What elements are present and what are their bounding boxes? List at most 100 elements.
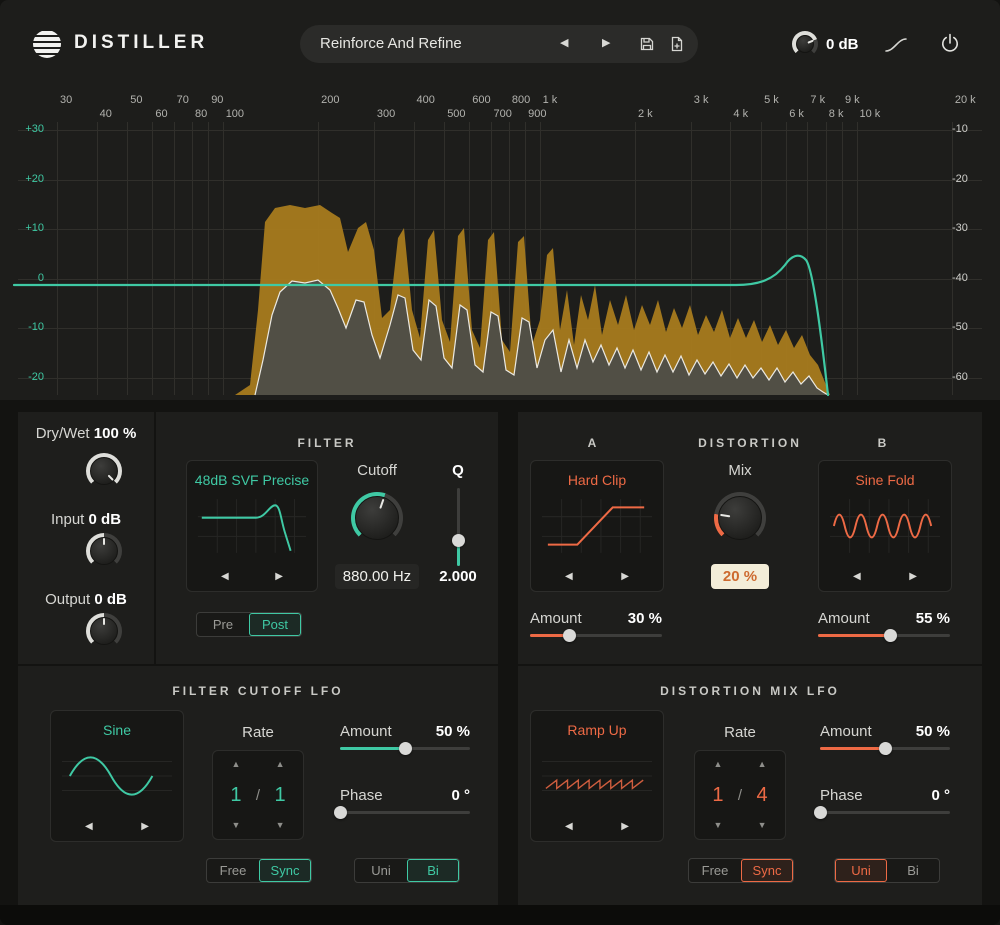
freq-tick-label: 600 — [472, 94, 490, 106]
drywet-knob[interactable] — [86, 453, 122, 489]
filter-lfo-shape-prev-button[interactable]: ◀ — [85, 822, 93, 832]
db-tick-label-left: 0 — [12, 272, 44, 284]
distortion-a-type-selector: Hard Clip ◀ ▶ — [530, 460, 664, 592]
output-label: Output 0 dB — [18, 591, 154, 608]
rate-denominator-up-button[interactable]: ▲ — [276, 760, 285, 769]
filter-lfo-phase-label: Phase — [340, 787, 383, 804]
freq-tick-label: 5 k — [764, 94, 779, 106]
cutoff-label: Cutoff — [327, 462, 427, 479]
drywet-value: 100 % — [94, 425, 137, 442]
rate-denominator-down-button[interactable]: ▼ — [758, 821, 767, 830]
grid-vline — [444, 122, 445, 395]
free-option[interactable]: Free — [689, 859, 741, 882]
save-preset-icon[interactable] — [638, 35, 656, 58]
distortion-b-amount-row: Amount 55 % — [818, 610, 950, 627]
grid-vline — [192, 122, 193, 395]
grid-vline — [857, 122, 858, 395]
grid-vline — [152, 122, 153, 395]
mix-lfo-amount-slider[interactable] — [820, 741, 950, 755]
grid-vline — [97, 122, 98, 395]
rate-numerator-down-button[interactable]: ▼ — [713, 821, 722, 830]
post-option[interactable]: Post — [249, 613, 301, 636]
uni-option[interactable]: Uni — [355, 859, 407, 882]
save-preset-as-icon[interactable] — [668, 35, 686, 58]
mix-lfo-shape-next-button[interactable]: ▶ — [621, 822, 629, 832]
preset-next-button[interactable]: ▶ — [602, 38, 610, 49]
mix-label: Mix — [700, 462, 780, 479]
output-gain-knob[interactable] — [792, 31, 818, 57]
rate-numerator-up-button[interactable]: ▲ — [713, 760, 722, 769]
filter-header: FILTER — [156, 436, 498, 450]
rate-denominator-up-button[interactable]: ▲ — [758, 760, 767, 769]
uni-option[interactable]: Uni — [835, 859, 887, 882]
rate-numerator: 1 — [712, 784, 723, 807]
mix-knob[interactable] — [714, 492, 766, 544]
freq-tick-label: 2 k — [638, 108, 653, 120]
sync-option[interactable]: Sync — [741, 859, 793, 882]
distortion-a-amount-slider[interactable] — [530, 628, 662, 642]
grid-vline — [374, 122, 375, 395]
analyzer-grid: 3040506070809010020030040050060070080090… — [0, 88, 1000, 400]
q-value[interactable]: 2.000 — [428, 568, 488, 585]
filter-lfo-amount-slider[interactable] — [340, 741, 470, 755]
filter-lfo-phase-slider[interactable] — [340, 805, 470, 819]
top-bar: DISTILLER Reinforce And Refine ◀ ▶ 0 dB — [0, 0, 1000, 88]
filter-lfo-shape-next-button[interactable]: ▶ — [141, 822, 149, 832]
cutoff-value[interactable]: 880.00 Hz — [335, 564, 419, 589]
sync-option[interactable]: Sync — [259, 859, 311, 882]
filter-lfo-free-sync-toggle: Free Sync — [206, 858, 312, 883]
bi-option[interactable]: Bi — [887, 859, 939, 882]
distortion-a-next-button[interactable]: ▶ — [621, 572, 629, 582]
grid-vline — [127, 122, 128, 395]
pre-option[interactable]: Pre — [197, 613, 249, 636]
grid-vline — [826, 122, 827, 395]
distortion-b-prev-button[interactable]: ◀ — [853, 572, 861, 582]
freq-tick-label: 6 k — [789, 108, 804, 120]
rate-numerator-up-button[interactable]: ▲ — [231, 760, 240, 769]
preset-prev-button[interactable]: ◀ — [560, 38, 568, 49]
preset-name[interactable]: Reinforce And Refine — [320, 35, 462, 52]
cutoff-knob[interactable] — [351, 492, 403, 544]
bi-option[interactable]: Bi — [407, 859, 459, 882]
db-tick-label-left: +30 — [12, 123, 44, 135]
input-knob[interactable] — [86, 533, 122, 569]
distortion-b-amount-slider[interactable] — [818, 628, 950, 642]
input-value: 0 dB — [89, 511, 122, 528]
db-tick-label-left: +10 — [12, 222, 44, 234]
freq-tick-label: 70 — [177, 94, 189, 106]
freq-tick-label: 90 — [211, 94, 223, 106]
preset-bar: Reinforce And Refine ◀ ▶ — [300, 25, 698, 63]
freq-tick-label: 60 — [155, 108, 167, 120]
io-panel: Dry/Wet 100 % Input 0 dB Output 0 dB — [18, 412, 154, 664]
filter-type-selector: 48dB SVF Precise ◀ ▶ — [186, 460, 318, 592]
filter-type-next-button[interactable]: ▶ — [275, 572, 283, 582]
distortion-b-type-name: Sine Fold — [819, 472, 951, 488]
q-slider[interactable] — [452, 488, 465, 566]
db-tick-label-right: -20 — [952, 173, 968, 185]
mix-lfo-uni-bi-toggle: Uni Bi — [834, 858, 940, 883]
filter-lfo-amount-value: 50 % — [436, 723, 470, 740]
grid-vline — [509, 122, 510, 395]
db-tick-label-right: -50 — [952, 321, 968, 333]
response-curve-icon[interactable] — [884, 36, 908, 59]
drywet-label: Dry/Wet 100 % — [18, 425, 154, 442]
distortion-b-next-button[interactable]: ▶ — [909, 572, 917, 582]
mix-lfo-phase-label: Phase — [820, 787, 863, 804]
filter-panel: FILTER 48dB SVF Precise ◀ ▶ Cutoff 880.0… — [156, 412, 498, 664]
mix-lfo-shape-prev-button[interactable]: ◀ — [565, 822, 573, 832]
free-option[interactable]: Free — [207, 859, 259, 882]
mix-value[interactable]: 20 % — [711, 564, 769, 589]
distortion-a-prev-button[interactable]: ◀ — [565, 572, 573, 582]
rate-denominator-down-button[interactable]: ▼ — [276, 821, 285, 830]
power-button[interactable] — [938, 32, 962, 61]
filter-type-prev-button[interactable]: ◀ — [221, 572, 229, 582]
freq-tick-label: 500 — [447, 108, 465, 120]
distortion-mix-lfo-panel: DISTORTION MIX LFO Ramp Up ◀ ▶ Rate ▲ 1 … — [518, 666, 982, 905]
rate-denominator: 4 — [757, 784, 768, 807]
freq-tick-label: 80 — [195, 108, 207, 120]
mix-lfo-phase-slider[interactable] — [820, 805, 950, 819]
rate-numerator-down-button[interactable]: ▼ — [231, 821, 240, 830]
output-knob[interactable] — [86, 613, 122, 649]
freq-tick-label: 8 k — [829, 108, 844, 120]
filter-lfo-amount-row: Amount 50 % — [340, 723, 470, 740]
